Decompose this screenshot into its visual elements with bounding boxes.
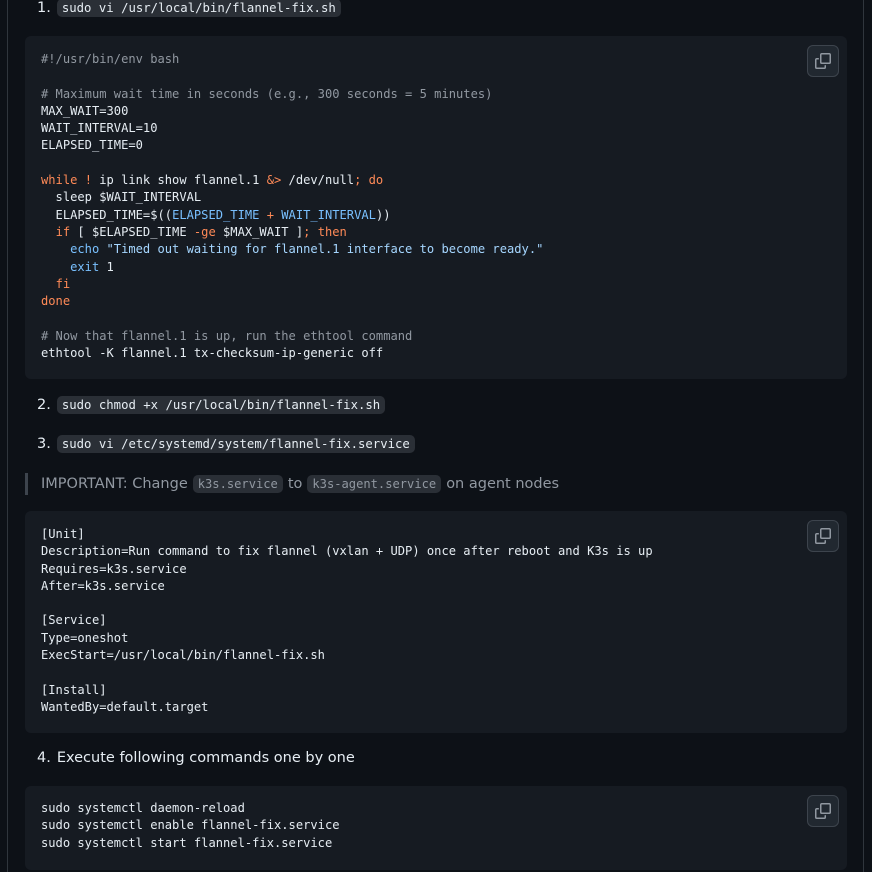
code-line: exit 1 (70, 259, 114, 274)
step-2: 2. sudo chmod +x /usr/local/bin/flannel-… (37, 396, 386, 414)
copy-icon (815, 803, 831, 819)
code-line: ethtool -K flannel.1 tx-checksum-ip-gene… (41, 346, 384, 361)
important-note: IMPORTANT: Change k3s.service to k3s-age… (25, 473, 559, 495)
note-suffix: on agent nodes (446, 476, 560, 492)
code-line: Description=Run command to fix flannel (… (41, 544, 653, 559)
code-line: # Maximum wait time in seconds (e.g., 30… (41, 86, 493, 101)
code-line: sudo systemctl enable flannel-fix.servic… (41, 818, 340, 833)
step-3: 3. sudo vi /etc/systemd/system/flannel-f… (37, 435, 415, 453)
code-line: done (41, 294, 71, 309)
code-line: [Install] (41, 682, 107, 697)
code-line: After=k3s.service (41, 578, 165, 593)
code-line: ExecStart=/usr/local/bin/flannel-fix.sh (41, 648, 325, 663)
copy-script-button[interactable] (807, 45, 839, 77)
step-3-command: sudo vi /etc/systemd/system/flannel-fix.… (56, 435, 415, 453)
code-line: ELAPSED_TIME=$((ELAPSED_TIME + WAIT_INTE… (41, 207, 391, 222)
code-line: MAX_WAIT=300 (41, 103, 129, 118)
copy-icon (815, 528, 831, 544)
commands-code-block: sudo systemctl daemon-reload sudo systemc… (25, 786, 847, 870)
code-line: [Service] (41, 613, 107, 628)
code-line: [Unit] (41, 527, 85, 541)
code-line: while ! ip link show flannel.1 &> /dev/n… (41, 173, 384, 188)
code-line: echo "Timed out waiting for flannel.1 in… (70, 242, 544, 257)
code-line: sudo systemctl start flannel-fix.service (41, 835, 333, 850)
step-number: 4. (37, 750, 51, 766)
step-number: 3. (37, 436, 51, 452)
service-code: [Unit] Description=Run command to fix fla… (41, 526, 653, 716)
note-code-k3s-service: k3s.service (192, 475, 283, 493)
step-number: 2. (37, 397, 51, 413)
copy-icon (815, 53, 831, 69)
code-line: # Now that flannel.1 is up, run the etht… (41, 328, 413, 343)
code-line: if [ $ELAPSED_TIME -ge $MAX_WAIT ]; then (55, 224, 347, 239)
code-line: sudo systemctl daemon-reload (41, 801, 245, 815)
code-line: Requires=k3s.service (41, 561, 187, 576)
code-line: Type=oneshot (41, 630, 129, 645)
code-line: WantedBy=default.target (41, 699, 209, 714)
copy-commands-button[interactable] (807, 795, 839, 827)
step-number: 1. (37, 0, 51, 16)
script-code-block: #!/usr/bin/env bash # Maximum wait time i… (25, 36, 847, 379)
copy-service-button[interactable] (807, 520, 839, 552)
code-line: ELAPSED_TIME=0 (41, 138, 143, 153)
code-line: fi (55, 276, 71, 291)
code-line: sleep $WAIT_INTERVAL (41, 190, 202, 205)
step-4: 4. Execute following commands one by one (37, 750, 355, 766)
note-middle: to (287, 476, 303, 492)
service-code-block: [Unit] Description=Run command to fix fla… (25, 511, 847, 733)
step-2-command: sudo chmod +x /usr/local/bin/flannel-fix… (56, 396, 386, 414)
note-prefix: IMPORTANT: Change (41, 476, 188, 492)
note-code-k3s-agent-service: k3s-agent.service (307, 475, 442, 493)
markdown-content: 1. sudo vi /usr/local/bin/flannel-fix.sh… (7, 0, 864, 872)
code-line: #!/usr/bin/env bash (41, 52, 180, 66)
step-4-text: Execute following commands one by one (56, 750, 355, 766)
script-code: #!/usr/bin/env bash # Maximum wait time i… (41, 51, 543, 362)
step-1: 1. sudo vi /usr/local/bin/flannel-fix.sh (37, 0, 341, 17)
code-line: WAIT_INTERVAL=10 (41, 121, 158, 136)
commands-code: sudo systemctl daemon-reload sudo systemc… (41, 800, 340, 852)
step-1-command: sudo vi /usr/local/bin/flannel-fix.sh (56, 0, 341, 17)
